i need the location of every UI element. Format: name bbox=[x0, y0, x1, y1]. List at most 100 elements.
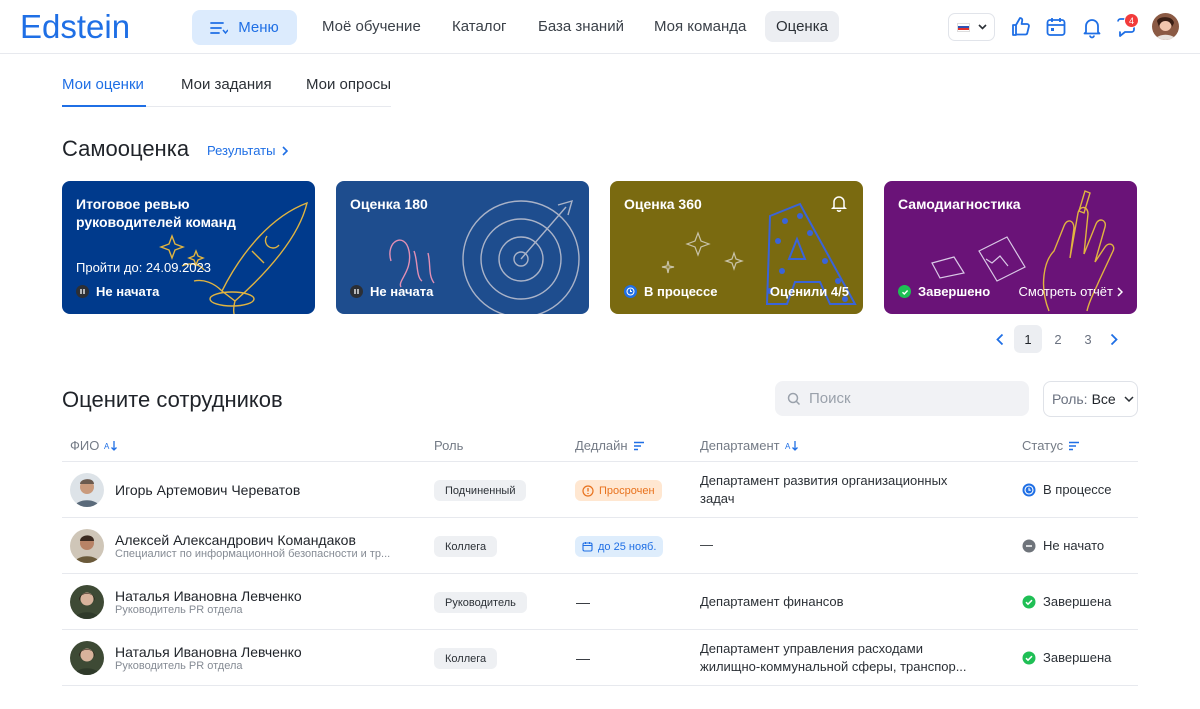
tab-my-surveys[interactable]: Мои опросы bbox=[306, 76, 391, 93]
status-label: Завершена bbox=[1043, 594, 1112, 609]
clock-icon bbox=[624, 285, 637, 298]
nav-my-team[interactable]: Моя команда bbox=[643, 11, 757, 42]
menu-icon bbox=[210, 21, 229, 34]
user-avatar[interactable] bbox=[1152, 13, 1179, 40]
avatar bbox=[70, 585, 104, 619]
table-row[interactable]: Алексей Александрович Командаков Специал… bbox=[62, 518, 1138, 574]
employee-position: Специалист по информационной безопасност… bbox=[115, 548, 391, 560]
bell-icon[interactable] bbox=[1080, 15, 1104, 39]
nav-catalog[interactable]: Каталог bbox=[441, 11, 518, 42]
check-icon bbox=[1022, 651, 1036, 664]
assessment-tabs: Мои оценки Мои задания Мои опросы bbox=[62, 72, 391, 107]
card-status-label: Не начата bbox=[96, 284, 160, 299]
card-status: Завершено bbox=[898, 284, 990, 299]
svg-text:Edstein: Edstein bbox=[20, 8, 130, 45]
svg-text:A: A bbox=[785, 442, 791, 451]
clock-icon bbox=[1022, 483, 1036, 496]
employee-name: Игорь Артемович Череватов bbox=[115, 482, 301, 498]
column-header-deadline[interactable]: Дедлайн bbox=[575, 438, 645, 453]
status-label: Не начато bbox=[1043, 538, 1105, 553]
card-title: Оценка 360 bbox=[624, 196, 702, 212]
status: Не начато bbox=[1022, 538, 1104, 553]
search-icon bbox=[787, 392, 801, 405]
assessment-card-360[interactable]: Оценка 360 В процессе Оценили 4/5 bbox=[610, 181, 863, 314]
tab-my-assessments[interactable]: Мои оценки bbox=[62, 76, 144, 93]
avatar bbox=[70, 641, 104, 675]
pause-icon bbox=[76, 285, 89, 298]
card-status-label: Завершено bbox=[918, 284, 991, 299]
deadline-label: до 25 нояб. bbox=[598, 540, 657, 553]
chevron-down-icon bbox=[977, 24, 987, 30]
edstein-logo[interactable]: Edstein bbox=[20, 8, 140, 48]
page-2[interactable]: 2 bbox=[1044, 325, 1072, 353]
svg-text:A: A bbox=[104, 442, 110, 451]
tab-my-tasks[interactable]: Мои задания bbox=[181, 76, 272, 93]
status: В процессе bbox=[1022, 482, 1112, 497]
prev-page-button[interactable] bbox=[988, 325, 1012, 353]
department: Департамент развития организационных зад… bbox=[700, 473, 948, 506]
page-1[interactable]: 1 bbox=[1014, 325, 1042, 353]
results-link[interactable]: Результаты bbox=[207, 143, 289, 158]
role-filter-dropdown[interactable]: Роль: Все bbox=[1043, 381, 1138, 417]
employee-position: Руководитель PR отдела bbox=[115, 660, 243, 672]
nav-my-learning[interactable]: Моё обучение bbox=[311, 11, 432, 42]
check-icon bbox=[1022, 595, 1036, 608]
view-report-label: Смотреть отчёт bbox=[1018, 284, 1113, 299]
chevron-right-icon bbox=[1110, 333, 1118, 345]
search-input[interactable] bbox=[809, 390, 1019, 407]
like-icon[interactable] bbox=[1009, 15, 1033, 39]
nav-assessment[interactable]: Оценка bbox=[765, 11, 839, 42]
card-pagination: 1 2 3 bbox=[988, 325, 1126, 353]
bell-icon[interactable] bbox=[829, 193, 849, 213]
view-report-link[interactable]: Смотреть отчёт bbox=[1019, 284, 1123, 299]
column-header-label: Департамент bbox=[700, 438, 780, 453]
card-title: Итоговое ревью руководителей команд bbox=[76, 196, 236, 230]
department: Департамент управления расходами жилищно… bbox=[700, 641, 967, 674]
status: Завершена bbox=[1022, 594, 1111, 609]
table-row[interactable]: Наталья Ивановна Левченко Руководитель P… bbox=[62, 630, 1138, 686]
calendar-icon[interactable] bbox=[1044, 15, 1068, 39]
column-header-name[interactable]: ФИО A bbox=[70, 438, 118, 453]
column-header-department[interactable]: Департамент A bbox=[700, 438, 799, 453]
card-status: Не начата bbox=[350, 284, 433, 299]
assessment-card-180[interactable]: Оценка 180 Не начата bbox=[336, 181, 589, 314]
table-row[interactable]: Наталья Ивановна Левченко Руководитель P… bbox=[62, 574, 1138, 630]
self-assessment-title: Самооценка bbox=[62, 136, 190, 161]
card-status-label: Не начата bbox=[370, 284, 434, 299]
calendar-icon bbox=[582, 542, 593, 552]
column-header-label: Статус bbox=[1022, 438, 1064, 453]
active-tab-indicator bbox=[62, 105, 146, 107]
menu-button[interactable]: Меню bbox=[192, 10, 297, 45]
role-filter-value: Все bbox=[1091, 391, 1116, 407]
assessment-card-final-review[interactable]: Итоговое ревью руководителей команд Прой… bbox=[62, 181, 315, 314]
page-3[interactable]: 3 bbox=[1074, 325, 1102, 353]
role-chip: Руководитель bbox=[434, 592, 527, 613]
sort-alpha-icon: A bbox=[785, 441, 798, 451]
alert-icon bbox=[582, 484, 594, 497]
next-page-button[interactable] bbox=[1102, 325, 1126, 353]
notification-badge: 4 bbox=[1124, 13, 1139, 28]
card-title: Оценка 180 bbox=[350, 196, 428, 212]
chevron-right-icon bbox=[1117, 286, 1123, 297]
employee-name: Алексей Александрович Командаков bbox=[115, 532, 356, 548]
status-label: В процессе bbox=[1043, 482, 1112, 497]
role-chip: Коллега bbox=[434, 648, 498, 669]
pause-icon bbox=[350, 285, 363, 298]
search-box bbox=[775, 381, 1029, 416]
column-header-role[interactable]: Роль bbox=[434, 438, 463, 453]
column-header-status[interactable]: Статус bbox=[1022, 438, 1080, 453]
sort-icon bbox=[633, 441, 644, 450]
deadline-empty: — bbox=[576, 594, 590, 610]
sort-alpha-icon: A bbox=[104, 441, 118, 451]
table-row[interactable]: Игорь Артемович Череватов Подчиненный Пр… bbox=[62, 462, 1138, 518]
card-status-label: В процессе bbox=[644, 284, 718, 299]
column-header-label: ФИО bbox=[70, 438, 100, 453]
chevron-down-icon bbox=[1124, 396, 1134, 402]
nav-knowledge-base[interactable]: База знаний bbox=[527, 11, 635, 42]
language-selector[interactable] bbox=[948, 13, 995, 41]
avatar bbox=[70, 473, 104, 507]
assessment-card-self-diagnostics[interactable]: Самодиагностика Завершено Смотреть отчёт bbox=[884, 181, 1137, 314]
top-bar: Edstein Меню Моё обучение Каталог База з… bbox=[0, 0, 1200, 54]
not-started-icon bbox=[1022, 539, 1036, 552]
results-link-label: Результаты bbox=[207, 143, 276, 158]
